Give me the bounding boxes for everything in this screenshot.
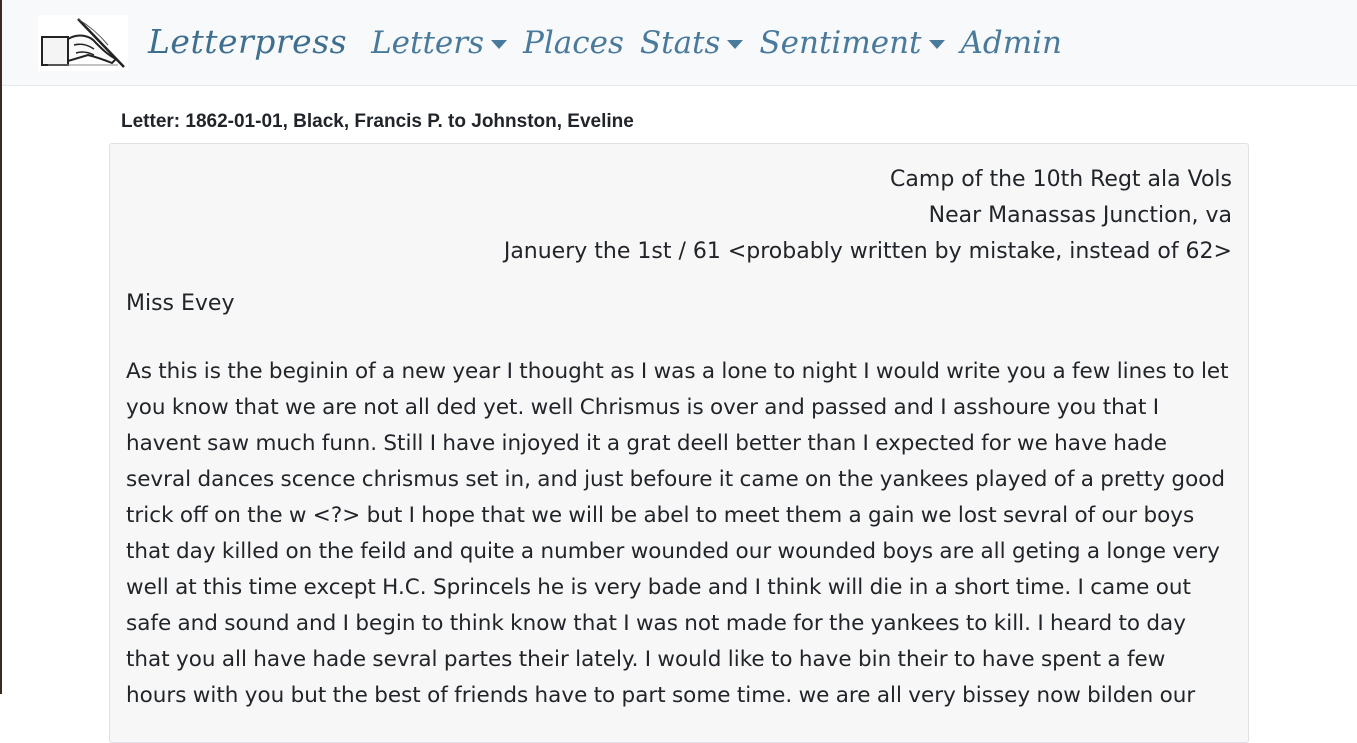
caret-down-icon <box>491 40 507 49</box>
nav-letters-label: Letters <box>371 24 484 61</box>
letter-card: Camp of the 10th Regt ala Vols Near Mana… <box>109 143 1249 743</box>
nav-sentiment-label: Sentiment <box>759 24 922 61</box>
nav-places-label: Places <box>523 24 624 61</box>
nav-stats-dropdown[interactable]: Stats <box>640 25 744 61</box>
brand-title[interactable]: Letterpress <box>148 22 347 61</box>
nav-letters-dropdown[interactable]: Letters <box>371 25 507 61</box>
address-line: Near Manassas Junction, va <box>928 203 1232 228</box>
address-line: Camp of the 10th Regt ala Vols <box>890 167 1232 192</box>
nav-sentiment-dropdown[interactable]: Sentiment <box>759 24 945 61</box>
nav-stats-label: Stats <box>639 24 721 61</box>
nav-admin-label: Admin <box>960 24 1063 61</box>
letter-heading: Letter: 1862-01-01, Black, Francis P. to… <box>121 111 634 132</box>
letter-body: As this is the beginin of a new year I t… <box>126 359 1229 708</box>
letter-salutation: Miss Evey <box>126 291 235 316</box>
caret-down-icon <box>928 40 945 49</box>
address-line: Januery the 1st / 61 <probably written b… <box>503 239 1232 264</box>
main-nav: Letters Places Stats Sentiment Admin <box>371 25 1078 61</box>
quill-hand-logo-icon[interactable] <box>38 14 128 71</box>
nav-places[interactable]: Places <box>523 25 624 61</box>
nav-admin[interactable]: Admin <box>961 25 1063 61</box>
top-navbar: Letterpress Letters Places Stats Sentime… <box>2 0 1357 86</box>
caret-down-icon <box>727 40 744 49</box>
